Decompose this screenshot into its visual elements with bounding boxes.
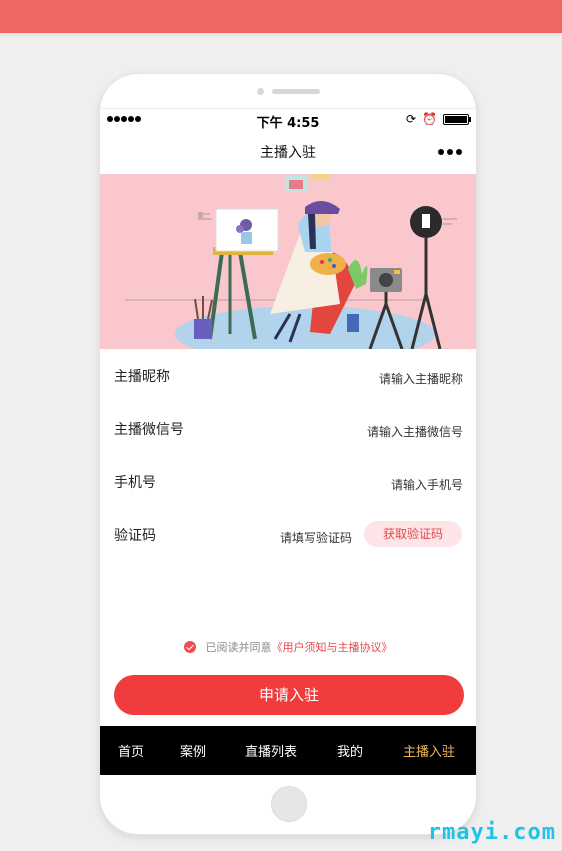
screen: 下午 4:55 ⟳ ⏰ 主播入驻 主播昵称 请输入主播昵称 主播微信号 请输入主…	[100, 108, 476, 775]
tab-bar: 首页 案例 直播列表 我的 主播入驻	[100, 726, 476, 775]
agreement-text: 已阅读并同意	[205, 641, 272, 654]
nickname-label: 主播昵称	[114, 369, 170, 385]
code-label: 验证码	[114, 528, 156, 544]
apply-button[interactable]: 申请入驻	[114, 675, 464, 715]
tab-anchor-apply[interactable]: 主播入驻	[382, 741, 476, 760]
painter-illustration	[125, 174, 457, 349]
tab-live-list[interactable]: 直播列表	[224, 741, 318, 760]
tab-home[interactable]: 首页	[100, 741, 162, 760]
code-input[interactable]: 请填写验证码	[280, 529, 352, 546]
agreement-link[interactable]: 《用户须知与主播协议》	[272, 641, 393, 654]
page-title: 主播入驻	[260, 145, 316, 161]
banner-image	[100, 174, 476, 349]
wechat-label: 主播微信号	[114, 422, 184, 438]
home-button[interactable]	[271, 786, 307, 822]
top-band	[0, 0, 562, 33]
nav-bar: 主播入驻	[100, 131, 476, 173]
speaker-grille	[272, 89, 320, 94]
more-icon[interactable]	[438, 149, 462, 155]
agreement: 已阅读并同意《用户须知与主播协议》	[100, 639, 476, 655]
battery-icon	[443, 113, 471, 125]
apply-form: 主播昵称 请输入主播昵称 主播微信号 请输入主播微信号 手机号 请输入手机号 验…	[100, 349, 476, 561]
tab-mine[interactable]: 我的	[318, 741, 382, 760]
phone-frame: 下午 4:55 ⟳ ⏰ 主播入驻 主播昵称 请输入主播昵称 主播微信号 请输入主…	[100, 74, 476, 834]
alarm-icon: ⏰	[422, 112, 437, 126]
nickname-input[interactable]: 请输入主播昵称	[379, 370, 463, 387]
nickname-row: 主播昵称 请输入主播昵称	[100, 349, 476, 402]
status-bar: 下午 4:55 ⟳ ⏰	[100, 109, 476, 131]
agree-checkbox[interactable]	[183, 641, 196, 653]
rotation-lock-icon: ⟳	[405, 112, 417, 126]
watermark-text: rmayi.com	[427, 820, 556, 845]
wechat-row: 主播微信号 请输入主播微信号	[100, 402, 476, 455]
phone-row: 手机号 请输入手机号	[100, 455, 476, 508]
wechat-input[interactable]: 请输入主播微信号	[367, 423, 463, 440]
phone-label: 手机号	[114, 475, 156, 491]
camera-dot	[257, 88, 264, 95]
get-code-button[interactable]: 获取验证码	[364, 521, 462, 547]
tab-cases[interactable]: 案例	[162, 741, 224, 760]
code-row: 验证码 请填写验证码 获取验证码	[100, 508, 476, 561]
phone-input[interactable]: 请输入手机号	[391, 476, 463, 493]
status-icons: ⟳ ⏰	[405, 112, 471, 126]
